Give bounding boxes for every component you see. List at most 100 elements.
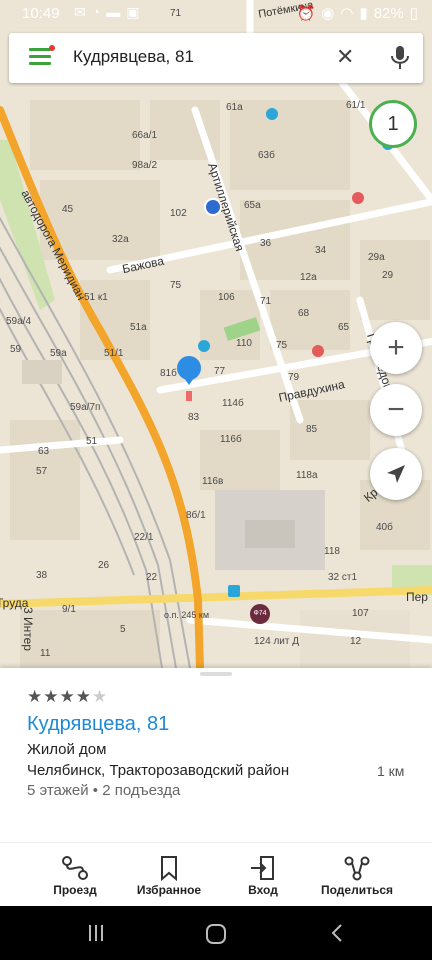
map-canvas[interactable]: Потёмкина Артиллерийская автодорога Мери…	[0, 0, 432, 668]
route-icon	[62, 856, 88, 880]
entrance-icon	[251, 856, 274, 880]
house-number: 68	[298, 308, 310, 319]
microphone-icon[interactable]	[390, 45, 410, 76]
street-label: Пер	[406, 590, 428, 604]
house-number: 118	[324, 546, 340, 557]
street-label: 3 Интер	[20, 607, 35, 651]
star-icon: ★	[92, 687, 109, 706]
house-number: 85	[306, 424, 318, 435]
house-number: 61а	[226, 102, 243, 113]
star-icon: ★	[59, 687, 76, 706]
house-number: 75	[170, 280, 182, 291]
house-number: 106	[218, 292, 235, 303]
house-number: 22/1	[134, 532, 154, 543]
back-icon[interactable]	[328, 923, 348, 943]
house-number: 116б	[220, 434, 242, 445]
result-count-badge[interactable]: 1	[369, 100, 417, 148]
house-number: 11	[40, 648, 51, 659]
house-number: 5	[120, 624, 126, 635]
house-number: 8б/1	[186, 510, 206, 521]
status-time: 10:49	[22, 5, 60, 22]
gallery-icon: ▣	[126, 4, 140, 20]
house-number: 51 к1	[84, 292, 108, 303]
house-number: 29	[382, 270, 394, 281]
house-number: 38	[36, 570, 48, 581]
entrance-label: Вход	[248, 883, 278, 897]
system-nav-bar	[0, 906, 432, 960]
house-number: 114б	[222, 398, 244, 409]
school-icon	[198, 340, 210, 352]
entrance-button[interactable]: Вход	[209, 843, 317, 907]
school-icon	[266, 108, 278, 120]
house-number: 9/1	[62, 604, 76, 615]
search-input[interactable]: Кудрявцева, 81	[73, 47, 194, 67]
house-number: 59а	[50, 348, 67, 359]
location-icon: ◉	[321, 5, 335, 22]
hospital-icon	[312, 345, 324, 357]
house-number: 77	[214, 366, 226, 377]
house-number: 65	[338, 322, 350, 333]
place-details: 5 этажей • 2 подъезда	[27, 782, 181, 799]
place-category: Жилой дом	[27, 741, 107, 758]
zoom-in-button[interactable]: +	[370, 322, 422, 374]
house-number: 32а	[112, 234, 129, 245]
bus-stop-icon[interactable]	[228, 585, 240, 597]
route-button[interactable]: Проезд	[21, 843, 129, 907]
share-icon	[344, 856, 370, 881]
close-icon[interactable]: ✕	[336, 46, 354, 68]
house-number: о.п. 245 км	[164, 610, 210, 620]
share-button[interactable]: Поделиться	[303, 843, 411, 907]
home-icon[interactable]	[205, 923, 227, 945]
share-label: Поделиться	[320, 883, 394, 897]
recent-apps-icon[interactable]	[86, 923, 106, 943]
house-number: 45	[62, 204, 74, 215]
house-number: 34	[315, 245, 327, 256]
bookmark-icon	[161, 856, 177, 881]
battery-percent: 82%	[373, 4, 404, 22]
favorites-button[interactable]: Избранное	[115, 843, 223, 907]
house-number: 75	[276, 340, 288, 351]
hamburger-menu-icon[interactable]	[29, 45, 55, 68]
house-number: 51/1	[104, 348, 124, 359]
house-number: 63б	[258, 150, 275, 161]
house-number: 12	[350, 636, 362, 647]
house-number: 36	[260, 238, 272, 249]
star-icon: ★	[75, 687, 92, 706]
place-title[interactable]: Кудрявцева, 81	[27, 713, 169, 736]
house-number: 110	[236, 338, 252, 349]
wifi-icon: ◠	[340, 5, 354, 22]
folder-icon: ▬	[106, 4, 121, 20]
house-number: 22	[146, 572, 158, 583]
battery-icon: ▯	[409, 5, 418, 22]
search-bar[interactable]: Кудрявцева, 81 ✕	[9, 33, 423, 83]
house-number: 116в	[202, 476, 224, 487]
house-number: 26	[98, 560, 110, 571]
hospital-icon	[352, 192, 364, 204]
house-number: 57	[36, 466, 48, 477]
house-number: 81б	[160, 368, 177, 379]
status-bar: 10:49 ✉ ◔ ▬ ▣ ⏰ ◉ ◠ ▮ 82% ▯	[0, 0, 432, 28]
notification-dot	[49, 45, 55, 51]
place-distance: 1 км	[377, 763, 405, 779]
house-number: 12а	[300, 272, 317, 283]
house-number: 61/1	[346, 100, 366, 111]
house-number: 59а/7п	[70, 402, 101, 413]
sheet-drag-handle[interactable]	[200, 672, 232, 676]
house-number: 124 лит Д	[254, 636, 300, 647]
place-card[interactable]: ★★★★★ Кудрявцева, 81 Жилой дом Челябинск…	[0, 668, 432, 842]
zoom-out-button[interactable]: −	[370, 384, 422, 436]
navigation-arrow-icon	[387, 465, 405, 483]
locate-me-button[interactable]	[370, 448, 422, 500]
house-number: 71	[260, 296, 272, 307]
whatsapp-icon: ◔	[91, 4, 101, 20]
house-number: 59	[10, 344, 22, 355]
rating-stars: ★★★★★	[27, 687, 108, 707]
metro-station-icon[interactable]	[204, 198, 222, 216]
place-address: Челябинск, Тракторозаводский район	[27, 762, 290, 779]
house-number: 79	[288, 372, 300, 383]
poi-icon[interactable]: Ф74	[250, 604, 270, 624]
house-number: 65а	[244, 200, 261, 211]
house-number: 51	[86, 436, 98, 447]
house-number: 29а	[368, 252, 385, 263]
house-number: 32 ст1	[328, 572, 358, 583]
